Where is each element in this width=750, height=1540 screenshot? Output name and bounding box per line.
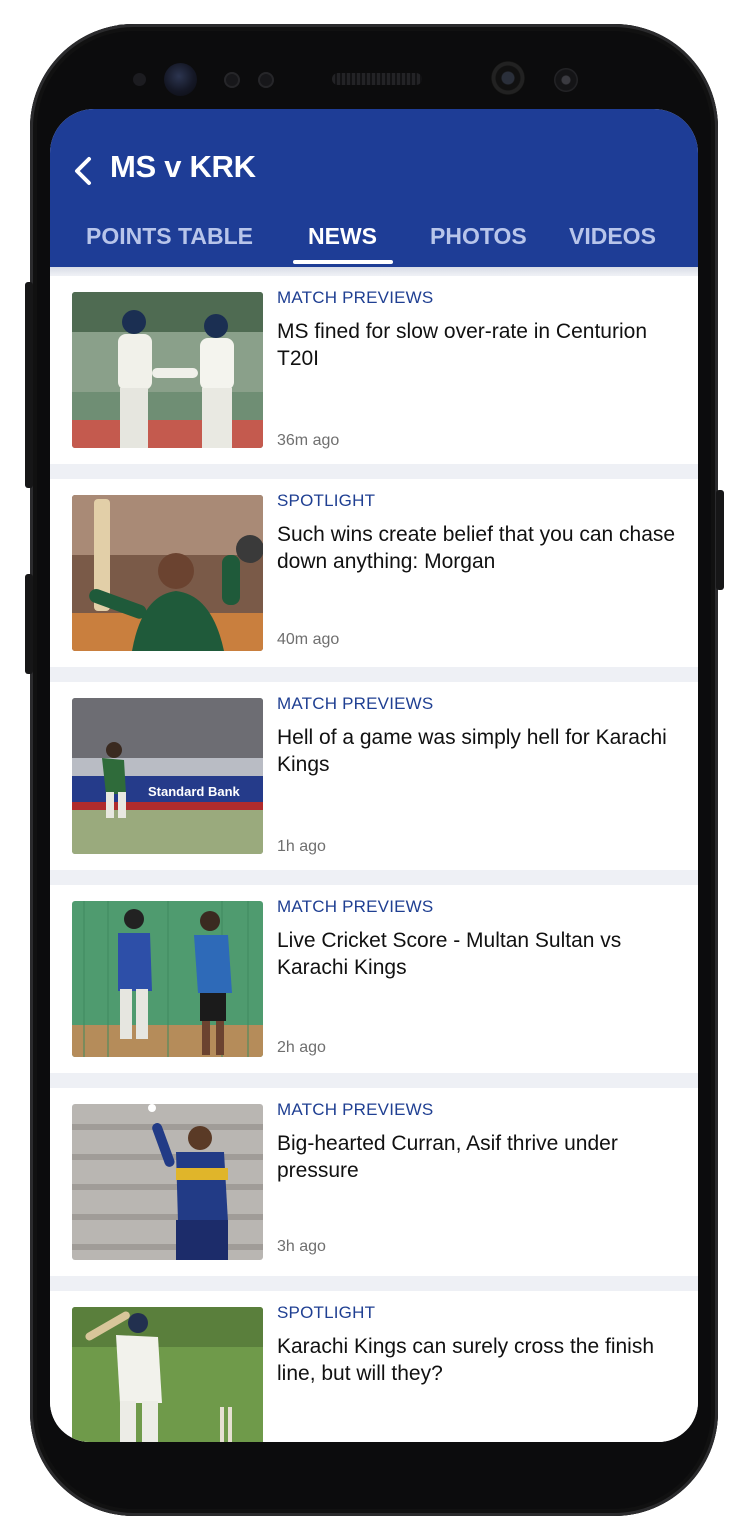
article-category: SPOTLIGHT xyxy=(277,491,376,510)
article-category: MATCH PREVIEWS xyxy=(277,1100,434,1119)
screen: MS v KRK POINTS TABLE NEWS PHOTOS VIDEOS xyxy=(50,109,698,1442)
volume-button xyxy=(25,282,33,488)
article-headline: Such wins create belief that you can cha… xyxy=(277,523,676,573)
article-category: SPOTLIGHT xyxy=(277,1303,376,1322)
article-headline: Hell of a game was simply hell for Karac… xyxy=(277,726,667,776)
tab-photos[interactable]: PHOTOS xyxy=(430,217,527,267)
article-timestamp: 1h ago xyxy=(277,838,326,855)
bixby-button xyxy=(25,574,33,674)
news-card[interactable]: SPOTLIGHT Such wins create belief that y… xyxy=(50,479,698,667)
front-flash xyxy=(554,68,578,92)
article-category: MATCH PREVIEWS xyxy=(277,288,434,307)
article-thumbnail xyxy=(72,1104,263,1260)
news-card[interactable]: Standard Bank MATCH PREVIEWS Hell of a g… xyxy=(50,682,698,870)
iris-scanner xyxy=(164,63,197,96)
news-card[interactable]: MATCH PREVIEWS MS fined for slow over-ra… xyxy=(50,276,698,464)
news-card[interactable]: MATCH PREVIEWS Big-hearted Curran, Asif … xyxy=(50,1088,698,1276)
tab-points-table[interactable]: POINTS TABLE xyxy=(86,217,253,267)
proximity-sensor xyxy=(133,73,146,86)
article-headline: Live Cricket Score - Multan Sultan vs Ka… xyxy=(277,929,622,979)
article-category: MATCH PREVIEWS xyxy=(277,694,434,713)
article-thumbnail xyxy=(72,1307,263,1442)
news-card[interactable]: MATCH PREVIEWS Live Cricket Score - Mult… xyxy=(50,885,698,1073)
chevron-left-icon[interactable] xyxy=(72,155,96,187)
article-timestamp: 40m ago xyxy=(277,631,340,648)
power-button xyxy=(716,490,724,590)
article-headline: MS fined for slow over-rate in Centurion… xyxy=(277,320,647,370)
sensor-dot xyxy=(258,72,274,88)
article-timestamp: 36m ago xyxy=(277,432,340,449)
news-card[interactable]: SPOTLIGHT Karachi Kings can surely cross… xyxy=(50,1291,698,1442)
article-headline: Karachi Kings can surely cross the finis… xyxy=(277,1335,655,1385)
active-tab-indicator xyxy=(293,260,393,264)
header-shadow xyxy=(50,267,698,275)
banner-text: Standard Bank xyxy=(148,784,241,799)
front-camera xyxy=(490,60,526,96)
tab-videos[interactable]: VIDEOS xyxy=(569,217,656,267)
sensor-dot xyxy=(224,72,240,88)
article-thumbnail xyxy=(72,901,263,1057)
article-headline: Big-hearted Curran, Asif thrive under pr… xyxy=(277,1132,618,1182)
earpiece-speaker xyxy=(332,73,422,85)
page-title: MS v KRK xyxy=(110,149,256,184)
article-timestamp: 3h ago xyxy=(277,1238,326,1255)
article-thumbnail xyxy=(72,495,263,651)
article-category: MATCH PREVIEWS xyxy=(277,897,434,916)
article-timestamp: 2h ago xyxy=(277,1039,326,1056)
article-thumbnail xyxy=(72,292,263,448)
article-thumbnail: Standard Bank xyxy=(72,698,263,854)
app-header: MS v KRK POINTS TABLE NEWS PHOTOS VIDEOS xyxy=(50,109,698,267)
